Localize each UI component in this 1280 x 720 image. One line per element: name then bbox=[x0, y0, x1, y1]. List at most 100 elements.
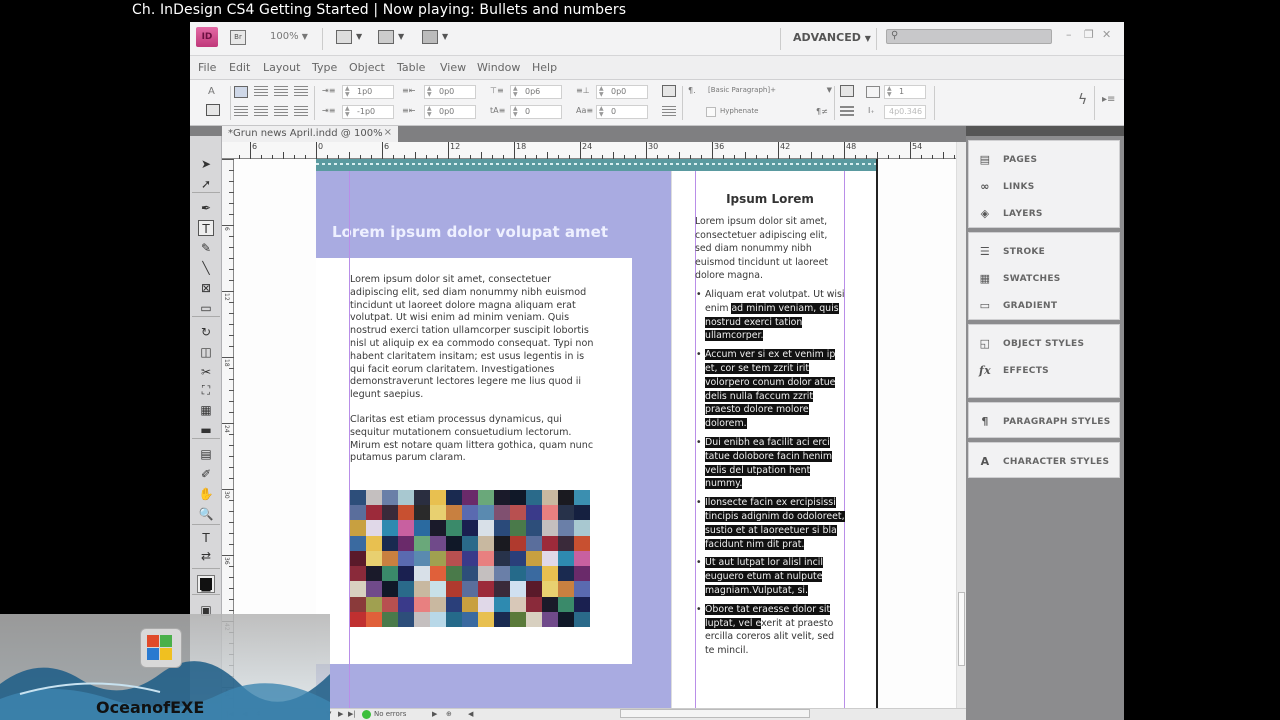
arrange-documents-icon[interactable] bbox=[422, 30, 438, 44]
selection-tool-icon[interactable]: ➤ bbox=[198, 156, 214, 172]
align-to-baseline-button[interactable] bbox=[840, 106, 854, 118]
horizontal-ruler[interactable]: 6 0 6 12 18 24 30 36 42 48 54 bbox=[222, 142, 966, 159]
drop-cap-lines-field[interactable]: ▲ ▼ 0 bbox=[510, 105, 562, 119]
menu-object[interactable]: Object bbox=[349, 61, 385, 74]
zoom-level-dropdown[interactable]: 100% ▼ bbox=[270, 31, 308, 42]
sidebar-intro[interactable]: Lorem ipsum dolor sit amet, consectetuer… bbox=[695, 215, 841, 283]
document-tab[interactable]: *Grun news April.indd @ 100% × bbox=[222, 126, 398, 142]
body-paragraph-1[interactable]: Lorem ipsum dolor sit amet, consectetuer… bbox=[350, 274, 600, 402]
scissors-tool-icon[interactable]: ✂ bbox=[198, 364, 214, 380]
space-before-field[interactable]: ▲ ▼ 0p6 bbox=[510, 85, 562, 99]
menu-help[interactable]: Help bbox=[532, 61, 557, 74]
line-tool-icon[interactable]: ╲ bbox=[198, 260, 214, 276]
align-right-button[interactable] bbox=[274, 86, 288, 98]
menu-edit[interactable]: Edit bbox=[229, 61, 250, 74]
hyphenate-checkbox[interactable] bbox=[706, 107, 716, 117]
panel-effects[interactable]: fx EFFECTS bbox=[977, 362, 1117, 382]
panel-links[interactable]: ∞ LINKS bbox=[977, 178, 1117, 198]
vertical-scroll-thumb[interactable] bbox=[958, 592, 965, 666]
right-indent-field[interactable]: ▲ ▼ 0p0 bbox=[424, 85, 476, 99]
last-page-button[interactable]: ▶| bbox=[348, 710, 356, 718]
bridge-button[interactable]: Br bbox=[230, 30, 246, 45]
columns-field[interactable]: ▲ ▼ 1 bbox=[884, 85, 926, 99]
last-line-indent-field[interactable]: ▲ ▼ 0p0 bbox=[424, 105, 476, 119]
drop-cap-chars-field[interactable]: ▲ ▼ 0 bbox=[596, 105, 648, 119]
rectangle-frame-tool-icon[interactable]: ⊠ bbox=[198, 280, 214, 296]
sidebar-heading[interactable]: Ipsum Lorem bbox=[695, 192, 845, 206]
mosaic-image[interactable] bbox=[350, 490, 590, 627]
gradient-swatch-tool-icon[interactable]: ▦ bbox=[198, 402, 214, 418]
scale-tool-icon[interactable]: ◫ bbox=[198, 344, 214, 360]
free-transform-tool-icon[interactable]: ⛶ bbox=[198, 382, 214, 398]
justify-right-button[interactable] bbox=[274, 106, 288, 118]
scroll-left-button[interactable]: ◀ bbox=[468, 710, 473, 718]
quick-apply-icon[interactable]: ϟ bbox=[1078, 92, 1087, 108]
screen-mode-icon[interactable] bbox=[378, 30, 394, 44]
rotate-tool-icon[interactable]: ↻ bbox=[198, 324, 214, 340]
menu-file[interactable]: File bbox=[198, 61, 216, 74]
fill-stroke-icon[interactable]: ■ bbox=[197, 575, 215, 593]
justify-all-button[interactable] bbox=[294, 106, 308, 118]
open-in-bridge-icon[interactable]: ⊕ bbox=[446, 710, 452, 718]
pencil-tool-icon[interactable]: ✎ bbox=[198, 240, 214, 256]
bulleted-list-button[interactable] bbox=[662, 85, 676, 97]
align-left-button[interactable] bbox=[234, 86, 248, 98]
list-item[interactable]: • Obore tat eraesse dolor sit luptat, vel… bbox=[695, 603, 845, 658]
panel-menu-icon[interactable]: ▸≡ bbox=[1102, 94, 1115, 105]
close-button[interactable]: ✕ bbox=[1102, 28, 1111, 41]
align-towards-spine-button[interactable] bbox=[294, 86, 308, 98]
next-page-button[interactable]: ▶ bbox=[338, 710, 343, 718]
rectangle-tool-icon[interactable]: ▭ bbox=[198, 300, 214, 316]
list-item[interactable]: • Ut aut lutpat lor alisl incil euguero e… bbox=[695, 556, 845, 597]
menu-layout[interactable]: Layout bbox=[263, 61, 300, 74]
align-center-button[interactable] bbox=[254, 86, 268, 98]
left-indent-field[interactable]: ▲ ▼ 1p0 bbox=[342, 85, 394, 99]
preflight-menu-button[interactable]: ▶ bbox=[432, 710, 437, 718]
menu-view[interactable]: View bbox=[440, 61, 466, 74]
horizontal-scroll-thumb[interactable] bbox=[620, 709, 810, 718]
panel-layers[interactable]: ◈ LAYERS bbox=[977, 205, 1117, 225]
hand-tool-icon[interactable]: ✋ bbox=[198, 486, 214, 502]
character-formatting-icon[interactable]: A bbox=[208, 86, 215, 97]
paragraph-style-dropdown[interactable]: [Basic Paragraph]+ ▼ bbox=[708, 86, 832, 98]
minimize-button[interactable]: – bbox=[1066, 28, 1072, 41]
bulleted-list[interactable]: • Aliquam erat volutpat. Ut wisi enim ad … bbox=[695, 288, 845, 663]
panel-swatches[interactable]: ▦ SWATCHES bbox=[977, 270, 1117, 290]
first-line-indent-field[interactable]: ▲ ▼ -1p0 bbox=[342, 105, 394, 119]
menu-window[interactable]: Window bbox=[477, 61, 520, 74]
menu-table[interactable]: Table bbox=[397, 61, 425, 74]
workspace-switcher[interactable]: ADVANCED ▼ bbox=[793, 31, 871, 44]
panel-object-styles[interactable]: ◱ OBJECT STYLES bbox=[977, 335, 1117, 355]
eyedropper-tool-icon[interactable]: ✐ bbox=[198, 466, 214, 482]
panel-character-styles[interactable]: A CHARACTER STYLES bbox=[977, 453, 1117, 473]
formatting-affects-text-icon[interactable]: T bbox=[198, 530, 214, 546]
pen-tool-icon[interactable]: ✒ bbox=[198, 200, 214, 216]
page-headline[interactable]: Lorem ipsum dolor volupat amet bbox=[332, 223, 608, 241]
menu-type[interactable]: Type bbox=[312, 61, 337, 74]
panel-stroke[interactable]: ☰ STROKE bbox=[977, 243, 1117, 263]
paragraph-formatting-icon[interactable] bbox=[206, 104, 220, 116]
swap-fill-stroke-icon[interactable]: ⇄ bbox=[198, 548, 214, 564]
close-tab-icon[interactable]: × bbox=[384, 127, 392, 138]
justify-center-button[interactable] bbox=[254, 106, 268, 118]
clear-overrides-icon[interactable]: ¶≠ bbox=[816, 107, 828, 116]
view-options-icon[interactable] bbox=[336, 30, 352, 44]
do-not-align-baseline-button[interactable] bbox=[840, 85, 854, 97]
gutter-field[interactable]: 4p0.346 bbox=[884, 105, 926, 119]
list-item[interactable]: • Accum ver si ex et venim ip et, cor se … bbox=[695, 348, 845, 431]
restore-button[interactable]: ❐ bbox=[1084, 28, 1094, 41]
panel-dock-header[interactable] bbox=[966, 126, 1124, 136]
list-item[interactable]: • Ilonsecte facin ex ercipisissi tincipis… bbox=[695, 496, 845, 551]
search-input[interactable]: ⚲ bbox=[886, 29, 1052, 44]
numbered-list-button[interactable] bbox=[662, 106, 676, 118]
type-tool-icon[interactable]: T bbox=[198, 220, 214, 236]
space-after-field[interactable]: ▲ ▼ 0p0 bbox=[596, 85, 648, 99]
panel-paragraph-styles[interactable]: ¶ PARAGRAPH STYLES bbox=[977, 413, 1117, 433]
list-item[interactable]: • Aliquam erat volutpat. Ut wisi enim ad … bbox=[695, 288, 845, 343]
preflight-status[interactable]: No errors bbox=[374, 710, 406, 718]
list-item[interactable]: • Dui enibh ea facilit aci erci tatue dol… bbox=[695, 436, 845, 491]
gradient-feather-tool-icon[interactable]: ▬ bbox=[198, 422, 214, 438]
zoom-tool-icon[interactable]: 🔍 bbox=[198, 506, 214, 522]
panel-pages[interactable]: ▤ PAGES bbox=[977, 151, 1117, 171]
direct-selection-tool-icon[interactable]: ➚ bbox=[198, 176, 214, 192]
